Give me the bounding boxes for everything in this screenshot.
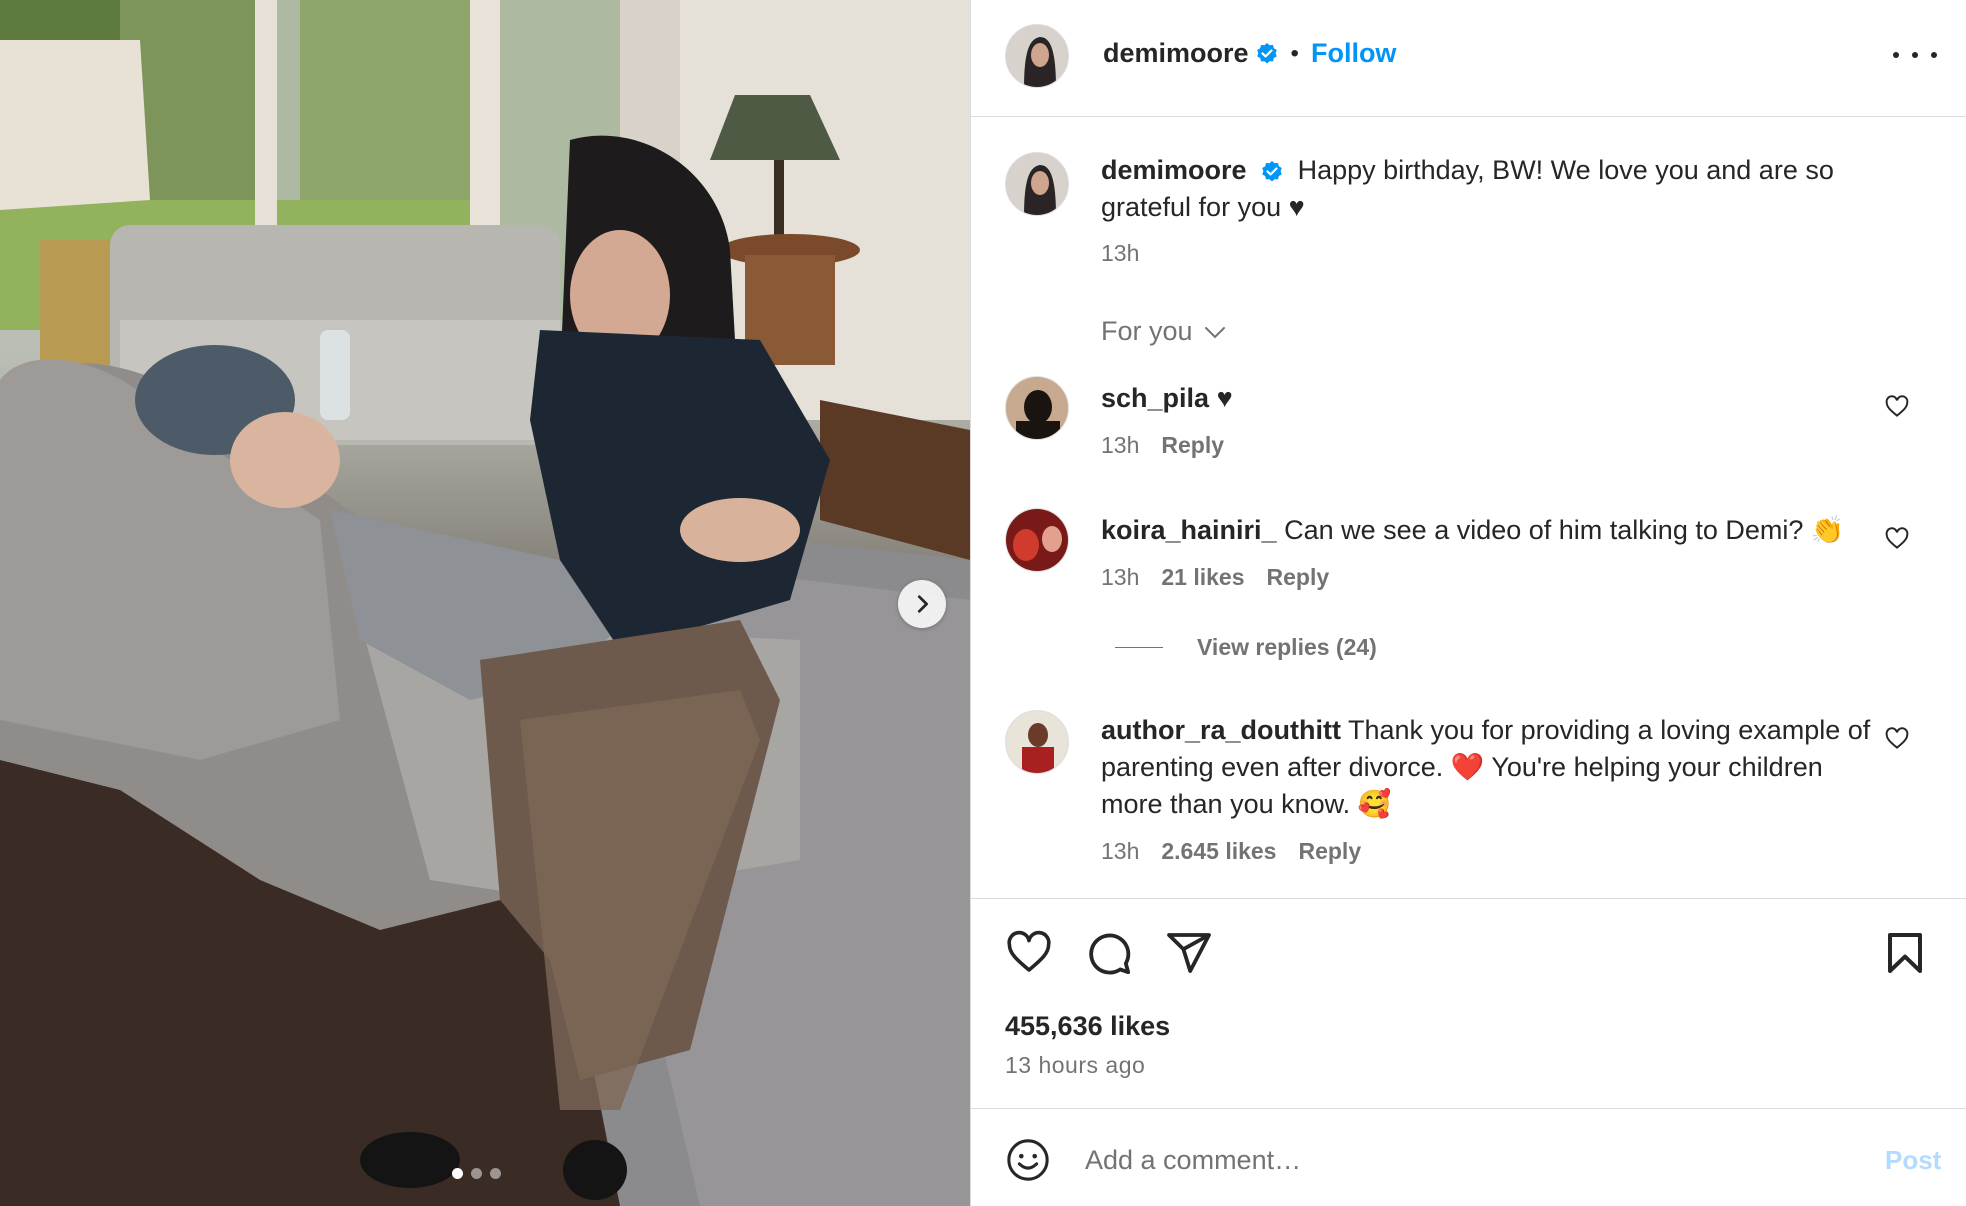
more-icon [1931,52,1937,58]
view-replies-label: View replies (24) [1197,634,1377,660]
carousel-dot [471,1168,482,1179]
comment-username[interactable]: koira_hainiri_ [1101,515,1277,545]
next-slide-button[interactable] [898,580,946,628]
heart-icon[interactable] [1884,394,1910,420]
comment-meta: 13h 2.645 likes Reply [1101,838,1361,865]
reply-button[interactable]: Reply [1298,838,1361,864]
heart-icon[interactable] [1005,929,1053,977]
avatar-image [1006,377,1068,439]
comment-icon[interactable] [1085,929,1133,977]
comment-sort-dropdown[interactable]: For you [1101,316,1227,347]
caption-avatar[interactable] [1005,152,1069,216]
post-time: 13 hours ago [1005,1052,1146,1078]
verified-icon [1262,160,1282,182]
header-separator: • [1290,39,1299,67]
comment-composer: Post [971,1108,1966,1206]
heart-icon[interactable] [1884,526,1910,552]
comment-text: Can we see a video of him talking to Dem… [1284,515,1845,545]
view-replies-button[interactable]: View replies (24) [1115,634,1377,661]
author-username[interactable]: demimoore [1103,38,1249,69]
comment-username[interactable]: author_ra_douthitt [1101,715,1341,745]
comment-likes[interactable]: 21 likes [1161,564,1244,590]
commenter-avatar[interactable] [1005,508,1069,572]
chevron-right-icon [917,595,928,613]
comment-meta: 13h 21 likes Reply [1101,564,1329,591]
more-icon [1893,52,1899,58]
commenter-avatar[interactable] [1005,376,1069,440]
heart-icon[interactable] [1884,726,1910,752]
comment-body: koira_hainiri_ Can we see a video of him… [1101,512,1861,549]
comment-input[interactable] [1083,1139,1847,1181]
avatar-image [1006,509,1068,571]
post-side-panel: demimoore • Follow demimoore Happy birth… [970,0,1966,1206]
carousel-dot [452,1168,463,1179]
caption-username[interactable]: demimoore [1101,155,1247,185]
caption-time: 13h [1101,240,1140,266]
replies-divider [1115,647,1163,648]
emoji-icon[interactable] [1005,1137,1051,1183]
photo-scene [0,0,970,1206]
likes-count[interactable]: 455,636 likes [1005,1011,1170,1042]
post-header: demimoore • Follow [971,0,1966,117]
reply-button[interactable]: Reply [1267,564,1330,590]
avatar-image [1006,711,1068,773]
verified-icon [1256,42,1277,63]
instagram-post: demimoore • Follow demimoore Happy birth… [0,0,1966,1206]
comment-body: sch_pila ♥ [1101,380,1861,417]
avatar-image [1006,153,1068,215]
comment-likes[interactable]: 2.645 likes [1161,838,1276,864]
comment-text: ♥ [1216,383,1233,413]
chevron-down-icon [1204,326,1225,338]
follow-button[interactable]: Follow [1311,38,1396,69]
post-actions: 455,636 likes 13 hours ago [971,898,1966,1108]
more-icon [1912,52,1918,58]
author-avatar[interactable] [1005,24,1069,88]
bookmark-icon[interactable] [1881,929,1929,977]
comments-section: demimoore Happy birthday, BW! We love yo… [971,118,1966,898]
more-options-button[interactable] [1893,40,1937,70]
post-comment-button[interactable]: Post [1885,1145,1941,1176]
comment-time: 13h [1101,564,1140,590]
carousel-indicator [452,1168,501,1179]
commenter-avatar[interactable] [1005,710,1069,774]
header-identity: demimoore • Follow [1103,38,1396,69]
comment-sort-label: For you [1101,316,1193,346]
carousel-dot [490,1168,501,1179]
comment-meta: 13h Reply [1101,432,1224,459]
caption: demimoore Happy birthday, BW! We love yo… [1101,152,1881,226]
avatar-image [1006,25,1068,87]
post-photo[interactable] [0,0,970,1206]
comment-body: author_ra_douthitt Thank you for providi… [1101,712,1871,823]
comment-time: 13h [1101,432,1140,458]
share-icon[interactable] [1165,929,1213,977]
comment-username[interactable]: sch_pila [1101,383,1209,413]
comment-time: 13h [1101,838,1140,864]
reply-button[interactable]: Reply [1161,432,1224,458]
